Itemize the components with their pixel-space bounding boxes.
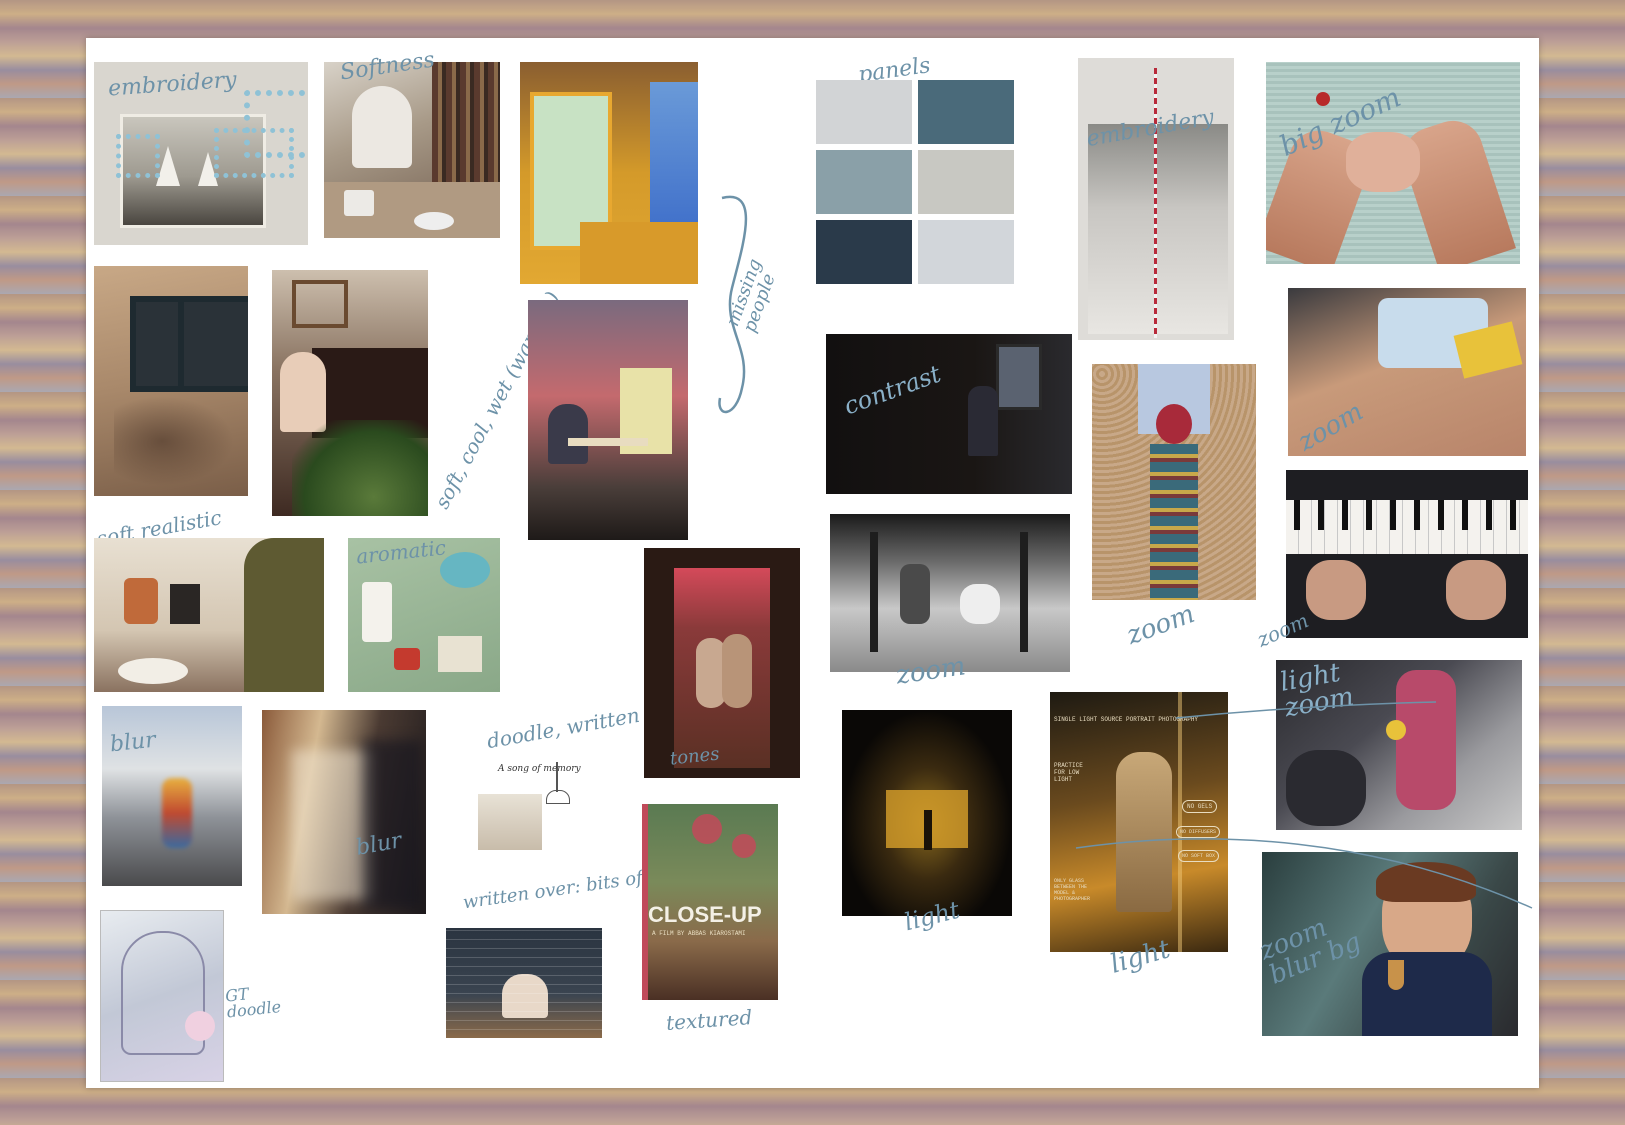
photo-crowd-blur [262,710,426,914]
moodboard: embroidery Softness soft, cool, wet (war… [86,38,1539,1088]
poster-title: CLOSE-UP [648,902,762,927]
photo-dinner-couple [528,300,688,540]
note-zoom-tie: zoom [1122,598,1199,652]
photo-bed-embroidery [1078,58,1234,340]
note-textured: textured [665,1005,754,1035]
photo-dark-window-light [842,710,1012,916]
photo-panel-grid [808,80,1018,286]
note-zoom-table: zoom [894,651,968,691]
photo-sketchbook [100,910,224,1082]
photo-piano-hands [1286,470,1528,638]
note-tones: tones [668,743,721,770]
photo-bathroom-tones [644,548,800,778]
note-blur-1: blur [108,727,157,758]
photo-tie-embroidery [1092,364,1256,600]
photo-window-shadow [94,266,248,496]
note-gt-doodle: GT doodle [224,984,282,1022]
photo-under-table [830,514,1070,672]
note-zoom-piano: zoom [1253,608,1313,652]
photo-written-poem [446,928,602,1038]
doodle-note-text: A song of memory [498,764,581,774]
photo-yellow-room-bed [520,62,698,284]
photo-kitchen-counter [94,538,324,692]
note-doodle-written: doodle, written [485,702,642,754]
note-connector-line [1016,678,1536,918]
photo-softness-kitchen [324,62,500,238]
poster-subtitle: A FILM BY ABBAS KIAROSTAMI [652,930,746,937]
photo-piano-player [272,270,428,516]
